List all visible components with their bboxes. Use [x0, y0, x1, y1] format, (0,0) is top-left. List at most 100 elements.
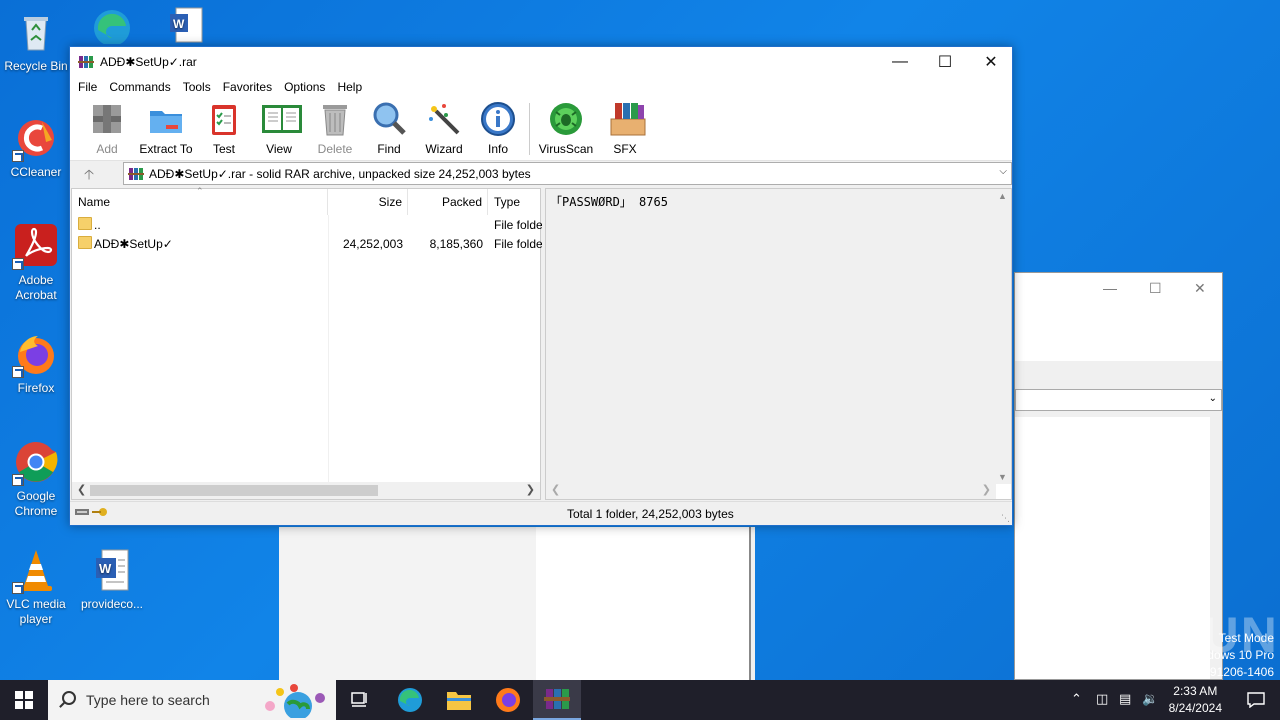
virusscan-button[interactable]: VirusScan	[538, 101, 594, 156]
menu-tools[interactable]: Tools	[177, 80, 217, 94]
ccleaner-icon	[12, 114, 60, 162]
minimize-button[interactable]: —	[877, 47, 923, 77]
vlc-cone-icon	[12, 546, 60, 594]
status-text: Total 1 folder, 24,252,003 bytes	[567, 507, 734, 521]
clipboard-check-icon	[206, 101, 242, 137]
desktop-icon-ccleaner[interactable]: CCleaner	[0, 114, 72, 180]
menu-commands[interactable]: Commands	[103, 80, 176, 94]
desktop-icon-adobe-acrobat[interactable]: Adobe Acrobat	[0, 222, 72, 303]
address-row: 🡡 ADÐ✱SetUp✓.rar - solid RAR archive, un…	[70, 161, 1012, 186]
info-icon	[480, 101, 516, 137]
menu-help[interactable]: Help	[331, 80, 368, 94]
taskbar-search-input[interactable]: Type here to search	[48, 680, 336, 720]
shortcut-arrow-icon	[12, 582, 24, 594]
close-button[interactable]: ✕	[968, 47, 1014, 77]
menu-file[interactable]: File	[72, 80, 103, 94]
background-close-button[interactable]: ✕	[1194, 280, 1206, 297]
scrollbar-thumb[interactable]	[90, 485, 378, 496]
recycle-bin-icon	[12, 8, 60, 56]
desktop-icon-recycle-bin[interactable]: Recycle Bin	[0, 8, 72, 74]
desktop-icon-firefox[interactable]: Firefox	[0, 330, 72, 396]
taskbar-file-explorer-button[interactable]	[435, 680, 483, 720]
winrar-icon	[544, 689, 570, 709]
task-view-button[interactable]	[336, 680, 384, 720]
scroll-left-icon[interactable]: ❮	[551, 483, 560, 496]
maximize-button[interactable]: ☐	[922, 47, 968, 77]
desktop-icon-word-document[interactable]: W provideco...	[76, 546, 148, 612]
column-header-size[interactable]: Size	[328, 189, 408, 215]
scroll-right-icon[interactable]: ❯	[982, 483, 991, 496]
test-mode-notice: Test Mode Windows 10 Pro Build 19041.vb_…	[1075, 630, 1275, 681]
find-button[interactable]: Find	[370, 101, 408, 156]
test-button[interactable]: Test	[206, 101, 242, 156]
scroll-up-icon[interactable]: ▲	[998, 191, 1007, 201]
toolbar: Add Extract To Test View Delete Find Wiz…	[70, 97, 1012, 161]
volume-icon[interactable]: 🔉	[1142, 691, 1158, 707]
table-row[interactable]: ADÐ✱SetUp✓ 24,252,003 8,185,360 File fol…	[72, 234, 542, 253]
row-name: ADÐ✱SetUp✓	[94, 237, 173, 251]
desktop-icon-google-chrome[interactable]: Google Chrome	[0, 438, 72, 519]
firefox-icon	[12, 330, 60, 378]
delete-button[interactable]: Delete	[316, 101, 354, 156]
title-bar[interactable]: ADÐ✱SetUp✓.rar — ☐ ✕	[70, 47, 1012, 77]
table-row[interactable]: .. File folder	[72, 215, 542, 234]
key-icon	[92, 508, 107, 516]
column-header-name[interactable]: ⌃ Name	[72, 186, 328, 215]
horizontal-scrollbar[interactable]: ❮ ❯	[72, 482, 540, 499]
search-placeholder: Type here to search	[86, 692, 210, 708]
background-maximize-button[interactable]: ☐	[1149, 280, 1162, 297]
info-button[interactable]: Info	[480, 101, 516, 156]
taskbar-edge-button[interactable]	[386, 680, 434, 720]
vertical-scrollbar[interactable]: ▲ ▼	[994, 189, 1011, 484]
background-pane	[279, 527, 536, 680]
add-button[interactable]: Add	[88, 101, 126, 156]
folder-icon	[78, 217, 92, 230]
row-type: File folder	[494, 237, 542, 251]
scroll-down-icon[interactable]: ▼	[998, 472, 1007, 482]
extract-to-button[interactable]: Extract To	[138, 101, 194, 156]
horizontal-scrollbar[interactable]: ❮ ❯	[546, 482, 996, 499]
column-header-label: Size	[378, 195, 402, 209]
notification-center-button[interactable]	[1232, 680, 1280, 720]
menu-options[interactable]: Options	[278, 80, 331, 94]
background-title-bar: — ☐ ✕	[1015, 273, 1222, 303]
add-label: Add	[96, 142, 118, 156]
scroll-right-icon[interactable]: ❯	[526, 483, 535, 496]
edge-icon	[88, 4, 136, 52]
resize-grip-icon[interactable]: ⋱	[1001, 513, 1010, 524]
address-bar[interactable]: ADÐ✱SetUp✓.rar - solid RAR archive, unpa…	[123, 162, 1012, 185]
column-header-type[interactable]: Type	[488, 189, 542, 215]
wizard-button[interactable]: Wizard	[424, 101, 464, 156]
background-minimize-button[interactable]: —	[1103, 280, 1117, 296]
desktop-icon-vlc[interactable]: VLC media player	[0, 546, 72, 627]
test-label: Test	[212, 142, 235, 156]
sfx-button[interactable]: SFX	[604, 101, 646, 156]
firefox-icon	[496, 688, 520, 712]
extract-to-label: Extract To	[139, 142, 193, 156]
network-icon[interactable]: ▤	[1119, 691, 1131, 707]
tray-device-icon[interactable]: ◫	[1096, 691, 1108, 707]
desktop-icon-label: Recycle Bin	[4, 59, 68, 73]
background-window-body	[1015, 303, 1222, 361]
desktop-icon-label: Adobe Acrobat	[15, 273, 57, 302]
row-name: ..	[94, 218, 101, 232]
desktop-icon-label: CCleaner	[10, 165, 62, 179]
start-button[interactable]	[0, 680, 48, 720]
background-address-bar[interactable]: ⌄	[1015, 389, 1222, 411]
tray-overflow-chevron-icon[interactable]: ⌃	[1071, 691, 1082, 707]
view-button[interactable]: View	[258, 101, 302, 156]
desktop-icon-label: VLC media player	[6, 597, 66, 626]
column-header-packed[interactable]: Packed	[408, 189, 488, 215]
taskbar-winrar-button[interactable]	[533, 680, 581, 720]
menu-favorites[interactable]: Favorites	[217, 80, 278, 94]
search-highlight-icon	[265, 684, 325, 718]
taskbar-firefox-button[interactable]	[484, 680, 532, 720]
chevron-down-icon[interactable]: ⌵	[999, 166, 1007, 177]
archive-comment-pane[interactable]: 「PASSWØRD」 8765 ▲ ▼ ❮ ❯	[545, 188, 1012, 500]
scroll-left-icon[interactable]: ❮	[77, 483, 86, 496]
taskbar-clock[interactable]: 2:33 AM 8/24/2024	[1169, 683, 1222, 717]
winrar-window[interactable]: ADÐ✱SetUp✓.rar — ☐ ✕ File Commands Tools…	[69, 46, 1013, 526]
word-document-icon: W	[88, 546, 136, 594]
file-list[interactable]: ⌃ Name Size Packed Type .. File folder A…	[71, 186, 542, 500]
up-arrow-icon[interactable]: 🡡	[80, 165, 98, 183]
